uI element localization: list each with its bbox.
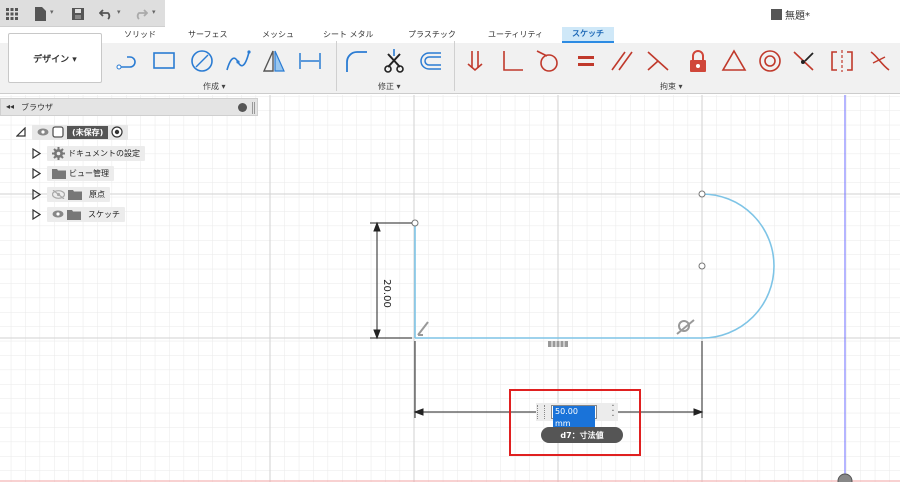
- component-icon: [52, 126, 64, 138]
- symmetry-constraint-icon[interactable]: [828, 47, 856, 75]
- ribbon-tabs: ソリッド サーフェス メッシュ シート メタル プラスチック ユーティリティ ス…: [0, 27, 900, 43]
- expand-triangle-icon[interactable]: [32, 208, 41, 220]
- perpendicular-constraint-icon[interactable]: [498, 47, 526, 75]
- tab-sheet-metal[interactable]: シート メタル: [323, 29, 374, 40]
- arc-center-point[interactable]: [698, 262, 706, 270]
- sketch-point[interactable]: [698, 190, 706, 198]
- tree-item-sketches[interactable]: スケッチ: [32, 206, 125, 222]
- activate-radio-icon[interactable]: [111, 126, 123, 138]
- tab-utility[interactable]: ユーティリティ: [488, 29, 543, 40]
- folder-icon: [68, 189, 82, 200]
- coincident-constraint-icon[interactable]: [462, 47, 490, 75]
- spline-tool-icon[interactable]: [224, 47, 252, 75]
- more-options-icon[interactable]: · · ·: [610, 402, 616, 422]
- gear-icon: [52, 146, 65, 160]
- sketch-point[interactable]: [411, 219, 419, 227]
- redo-icon[interactable]: [133, 6, 149, 22]
- quick-access-toolbar: ▾ ▾ ▾: [0, 0, 165, 27]
- group-label-constraints[interactable]: 拘束 ▾: [660, 81, 683, 92]
- expand-triangle-icon[interactable]: [32, 147, 41, 159]
- offset-tool-icon[interactable]: [416, 47, 444, 75]
- file-icon[interactable]: [32, 6, 48, 22]
- concentric-constraint-icon[interactable]: [756, 47, 784, 75]
- title-bar: ▾ ▾ ▾ 無題*: [0, 0, 900, 27]
- line-tool-icon[interactable]: [114, 47, 142, 75]
- tab-surface[interactable]: サーフェス: [188, 29, 228, 40]
- group-label-modify[interactable]: 修正 ▾: [378, 81, 401, 92]
- visibility-eye-icon[interactable]: [37, 128, 49, 136]
- ribbon: ソリッド サーフェス メッシュ シート メタル プラスチック ユーティリティ ス…: [0, 27, 900, 94]
- parallel-constraint-icon[interactable]: [608, 47, 636, 75]
- circle-tool-icon[interactable]: [188, 47, 216, 75]
- workspace-design-button[interactable]: デザイン ▾: [8, 33, 102, 83]
- folder-icon: [52, 168, 66, 179]
- curvature-constraint-icon[interactable]: [866, 47, 894, 75]
- triangle-constraint-icon[interactable]: [720, 47, 748, 75]
- tab-mesh[interactable]: メッシュ: [262, 29, 294, 40]
- tree-item-named-views[interactable]: ビュー管理: [32, 165, 114, 181]
- ribbon-separator: [336, 41, 337, 91]
- redo-caret-icon[interactable]: ▾: [152, 8, 156, 16]
- mirror-tool-icon[interactable]: [260, 47, 288, 75]
- expanded-triangle-icon[interactable]: [16, 127, 26, 137]
- ribbon-separator: [454, 41, 455, 91]
- cube-icon: [771, 9, 782, 20]
- vertical-dimension-label-box: 20.00: [376, 263, 396, 323]
- minimize-icon[interactable]: [238, 103, 247, 112]
- tree-item-document-settings[interactable]: ドキュメントの設定: [32, 145, 145, 161]
- tab-solid[interactable]: ソリッド: [124, 29, 156, 40]
- rectangle-tool-icon[interactable]: [150, 47, 178, 75]
- drag-handle-icon[interactable]: [537, 405, 545, 419]
- vertical-dimension-label[interactable]: 20.00: [381, 279, 392, 308]
- fillet-tool-icon[interactable]: [342, 47, 370, 75]
- collapse-panel-icon[interactable]: ◂◂: [6, 102, 14, 111]
- horizontal-constraint-icon: [548, 341, 568, 347]
- dimension-tool-icon[interactable]: [296, 47, 324, 75]
- app-grid-icon[interactable]: [4, 6, 20, 22]
- browser-panel-header: ◂◂ ブラウザ: [0, 98, 258, 116]
- undo-caret-icon[interactable]: ▾: [117, 8, 121, 16]
- trim-tool-icon[interactable]: [380, 47, 408, 75]
- save-icon[interactable]: [70, 6, 86, 22]
- expand-triangle-icon[interactable]: [32, 188, 41, 200]
- tangent-constraint-icon[interactable]: [534, 47, 562, 75]
- group-label-create[interactable]: 作成 ▾: [203, 81, 226, 92]
- expand-triangle-icon[interactable]: [32, 167, 41, 179]
- dimension-value-input[interactable]: 50.00 mm: [551, 405, 597, 430]
- equal-constraint-icon[interactable]: [572, 47, 600, 75]
- panel-grip-icon[interactable]: [252, 102, 255, 114]
- root-component-label[interactable]: (未保存): [67, 125, 109, 139]
- tab-sketch[interactable]: スケッチ: [562, 27, 614, 43]
- folder-icon: [67, 209, 81, 220]
- fix-lock-icon[interactable]: [684, 47, 712, 75]
- tab-plastic[interactable]: プラスチック: [408, 29, 456, 40]
- collinear-constraint-icon[interactable]: [790, 47, 818, 75]
- browser-title: ブラウザ: [21, 103, 53, 112]
- file-caret-icon[interactable]: ▾: [50, 8, 54, 16]
- tree-root[interactable]: (未保存): [16, 124, 129, 140]
- hidden-eye-icon[interactable]: [52, 189, 65, 199]
- midpoint-constraint-icon[interactable]: [644, 47, 672, 75]
- dimension-tooltip: d7：寸法値: [541, 427, 623, 443]
- document-title: 無題*: [771, 7, 810, 22]
- tree-item-origin[interactable]: 原点: [32, 186, 110, 202]
- visibility-eye-icon[interactable]: [52, 210, 64, 218]
- undo-icon[interactable]: [98, 6, 114, 22]
